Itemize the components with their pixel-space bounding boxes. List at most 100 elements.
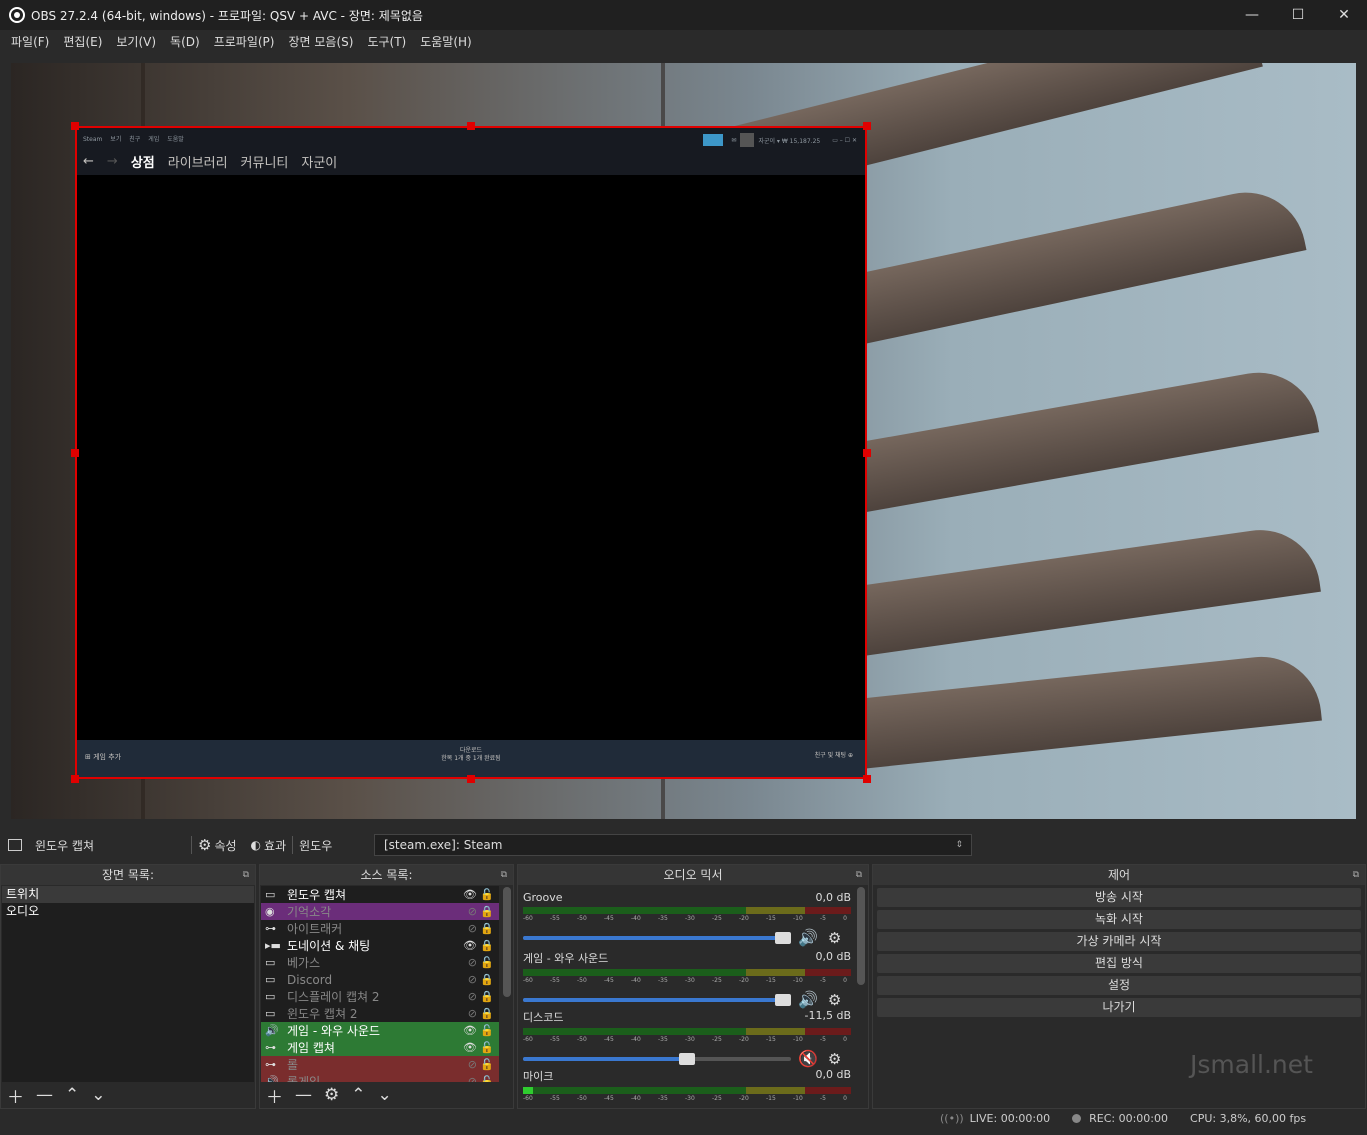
undock-icon[interactable]: ⧉ (243, 865, 249, 885)
start-virtual-camera-button[interactable]: 가상 카메라 시작 (877, 932, 1361, 951)
remove-icon[interactable]: — (295, 1085, 312, 1105)
lock-icon[interactable]: 🔓 (480, 1058, 494, 1071)
start-streaming-button[interactable]: 방송 시작 (877, 888, 1361, 907)
visibility-eye-icon[interactable]: ⊘ (468, 1007, 477, 1020)
gear-icon[interactable]: ⚙ (828, 991, 841, 1009)
studio-mode-button[interactable]: 편집 방식 (877, 954, 1361, 973)
gear-icon[interactable]: ⚙ (324, 1085, 339, 1105)
close-button[interactable]: ✕ (1321, 0, 1367, 30)
menu-view[interactable]: 보기(V) (109, 33, 163, 50)
visibility-eye-icon[interactable]: 👁 (463, 939, 477, 952)
source-item[interactable]: 🔊 롤게임 ⊘ 🔓 (261, 1073, 499, 1082)
lock-icon[interactable]: 🔒 (480, 939, 494, 952)
window-select[interactable]: [steam.exe]: Steam ⇕ (374, 834, 972, 856)
speaker-muted-icon[interactable]: 🔇 (798, 1049, 818, 1068)
menu-edit[interactable]: 편집(E) (56, 33, 109, 50)
lock-icon[interactable]: 🔓 (480, 1075, 494, 1082)
scene-item[interactable]: 트위치 (2, 886, 254, 903)
start-recording-button[interactable]: 녹화 시작 (877, 910, 1361, 929)
visibility-eye-icon[interactable]: ⊘ (468, 956, 477, 969)
lock-icon[interactable]: 🔒 (480, 990, 494, 1003)
meter-tick-label: -45 (604, 1095, 614, 1102)
move-down-icon[interactable]: ⌄ (378, 1085, 392, 1105)
speaker-icon[interactable]: 🔊 (798, 990, 818, 1009)
meter-tick-label: -5 (820, 977, 826, 984)
lock-icon[interactable]: 🔓 (480, 1024, 494, 1037)
source-item[interactable]: ⊶ 롤 ⊘ 🔓 (261, 1056, 499, 1073)
filters-button[interactable]: 효과 (264, 837, 286, 854)
visibility-eye-icon[interactable]: ⊘ (468, 973, 477, 986)
undock-icon[interactable]: ⧉ (501, 865, 507, 885)
speaker-icon[interactable]: 🔊 (798, 928, 818, 947)
preview-canvas[interactable]: Steam 보기 친구 게임 도움말 ← → 상점 라이브러리 커뮤니티 자군이… (11, 63, 1356, 819)
move-up-icon[interactable]: ⌃ (65, 1085, 79, 1105)
lock-icon[interactable]: 🔓 (480, 1041, 494, 1054)
move-down-icon[interactable]: ⌄ (91, 1085, 105, 1105)
lock-icon[interactable]: 🔒 (480, 922, 494, 935)
gear-icon[interactable]: ⚙ (828, 929, 841, 947)
source-item[interactable]: ▭ 윈도우 캡쳐 2 ⊘ 🔒 (261, 1005, 499, 1022)
gear-icon[interactable]: ⚙ (828, 1050, 841, 1068)
visibility-eye-icon[interactable]: ⊘ (468, 1058, 477, 1071)
resize-handle[interactable] (71, 122, 79, 130)
visibility-eye-icon[interactable]: ⊘ (468, 922, 477, 935)
menu-scene-collection[interactable]: 장면 모음(S) (281, 33, 360, 50)
source-item[interactable]: ▸▬ 도네이션 & 채팅 👁 🔒 (261, 937, 499, 954)
resize-handle[interactable] (863, 449, 871, 457)
move-up-icon[interactable]: ⌃ (351, 1085, 365, 1105)
menu-docks[interactable]: 독(D) (163, 33, 207, 50)
source-item[interactable]: ◉ 기억소각 ⊘ 🔒 (261, 903, 499, 920)
lock-icon[interactable]: 🔒 (480, 905, 494, 918)
resize-handle[interactable] (863, 122, 871, 130)
source-item[interactable]: ▭ 디스플레이 캡쳐 2 ⊘ 🔒 (261, 988, 499, 1005)
lock-icon[interactable]: 🔓 (480, 888, 494, 901)
add-icon[interactable]: ＋ (7, 1083, 24, 1108)
source-item[interactable]: ▭ 윈도우 캡쳐 👁 🔓 (261, 886, 499, 903)
menu-help[interactable]: 도움말(H) (413, 33, 479, 50)
volume-slider-handle[interactable] (775, 993, 791, 1006)
visibility-eye-icon[interactable]: ⊘ (468, 990, 477, 1003)
menu-file[interactable]: 파일(F) (4, 33, 56, 50)
add-icon[interactable]: ＋ (266, 1083, 283, 1108)
visibility-eye-icon[interactable]: 👁 (463, 1024, 477, 1037)
properties-button[interactable]: 속성 (214, 837, 236, 854)
menu-profile[interactable]: 프로파일(P) (207, 33, 282, 50)
visibility-eye-icon[interactable]: ⊘ (468, 905, 477, 918)
mixer-scrollbar[interactable] (857, 887, 865, 985)
maximize-button[interactable]: ☐ (1275, 0, 1321, 30)
resize-handle[interactable] (467, 122, 475, 130)
menu-tools[interactable]: 도구(T) (360, 33, 413, 50)
visibility-eye-icon[interactable]: ⊘ (468, 1075, 477, 1082)
undock-icon[interactable]: ⧉ (1353, 865, 1359, 885)
resize-handle[interactable] (467, 775, 475, 783)
steam-window-capture[interactable]: Steam 보기 친구 게임 도움말 ← → 상점 라이브러리 커뮤니티 자군이… (75, 126, 867, 779)
volume-slider-handle[interactable] (679, 1052, 696, 1065)
sources-scrollbar[interactable] (503, 887, 511, 997)
source-item[interactable]: ⊶ 게임 캡쳐 👁 🔓 (261, 1039, 499, 1056)
visibility-eye-icon[interactable]: 👁 (463, 888, 477, 901)
source-item[interactable]: 🔊 게임 - 와우 사운드 👁 🔓 (261, 1022, 499, 1039)
source-item[interactable]: ▭ 베가스 ⊘ 🔓 (261, 954, 499, 971)
remove-icon[interactable]: — (36, 1085, 53, 1105)
visibility-eye-icon[interactable]: 👁 (463, 1041, 477, 1054)
lock-icon[interactable]: 🔓 (480, 956, 494, 969)
source-type-icon: ▭ (265, 990, 276, 1003)
gear-icon[interactable]: ⚙ (828, 1109, 841, 1110)
settings-button[interactable]: 설정 (877, 976, 1361, 995)
resize-handle[interactable] (863, 775, 871, 783)
volume-slider-handle[interactable] (775, 931, 791, 944)
source-item[interactable]: ▭ Discord ⊘ 🔒 (261, 971, 499, 988)
scene-item[interactable]: 오디오 (2, 903, 254, 920)
exit-button[interactable]: 나가기 (877, 998, 1361, 1017)
lock-icon[interactable]: 🔒 (480, 1007, 494, 1020)
resize-handle[interactable] (71, 449, 79, 457)
volume-slider[interactable] (523, 1052, 791, 1065)
volume-slider[interactable] (523, 993, 791, 1006)
volume-slider[interactable] (523, 931, 791, 944)
resize-handle[interactable] (71, 775, 79, 783)
undock-icon[interactable]: ⧉ (856, 865, 862, 885)
lock-icon[interactable]: 🔒 (480, 973, 494, 986)
minimize-button[interactable]: — (1229, 0, 1275, 30)
speaker-icon[interactable]: 🔊 (798, 1108, 818, 1109)
source-item[interactable]: ⊶ 아이트래커 ⊘ 🔒 (261, 920, 499, 937)
